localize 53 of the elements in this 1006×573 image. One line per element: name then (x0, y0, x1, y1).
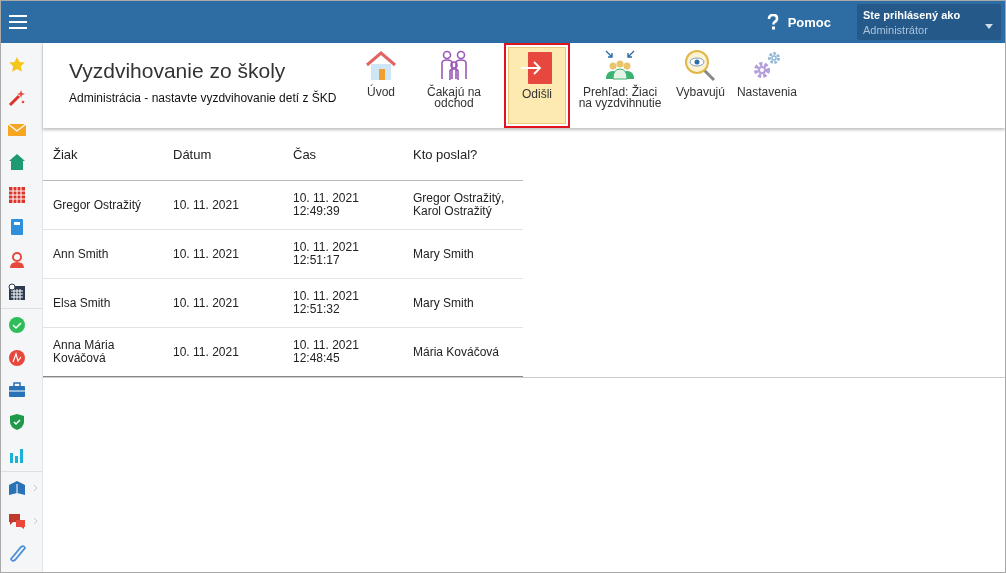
table-cell: 10. 11. 2021 12:49:39 (293, 191, 359, 218)
magnifier-eye-icon (683, 49, 718, 83)
table-cell: Mary Smith (413, 295, 474, 310)
exit-icon (520, 51, 554, 85)
page-title: Vyzdvihovanie zo školy (69, 59, 287, 83)
zigzag-circle-icon[interactable] (8, 348, 26, 367)
column-header: Kto poslal? (403, 128, 523, 181)
toolbar-button[interactable]: Úvod (360, 43, 402, 128)
briefcase-icon[interactable] (8, 381, 26, 400)
toolbar-button[interactable]: Prehľad: Žiaci na vyzdvihnutie (572, 43, 668, 128)
user-dropdown[interactable]: Ste prihlásený ako Administrátor (857, 4, 1001, 40)
menu-icon[interactable] (9, 15, 27, 29)
check-circle-icon[interactable] (8, 316, 26, 335)
column-header: Čas (283, 128, 403, 181)
table-cell: Gregor Ostražitý, Karol Ostražitý (413, 191, 505, 218)
caret-icon (985, 24, 993, 29)
calendar-grid-icon[interactable] (8, 185, 26, 204)
toolbar-button[interactable]: Nastavenia (732, 43, 801, 128)
table-cell: 10. 11. 2021 (173, 197, 239, 212)
calendar-clock-icon[interactable] (8, 282, 26, 301)
table-cell: Mary Smith (413, 246, 474, 261)
table-cell: 10. 11. 2021 12:51:17 (293, 240, 359, 267)
table-cell: Elsa Smith (53, 295, 111, 310)
magic-wand-icon[interactable] (8, 88, 26, 107)
house-icon (364, 49, 398, 83)
table-cell: Ann Smith (53, 246, 109, 261)
chevron-icon (33, 516, 38, 525)
house-icon[interactable] (8, 153, 26, 172)
user-name: Administrátor (863, 23, 928, 36)
table-cell: 10. 11. 2021 (173, 295, 239, 310)
table-cell: Mária Kováčová (413, 344, 500, 359)
toolbar-button[interactable]: Odišli (508, 47, 566, 124)
column-header: Žiak (43, 128, 163, 181)
table-cell: 10. 11. 2021 (173, 246, 239, 261)
help-icon (766, 14, 779, 30)
table-cell: Anna Mária Kováčová (53, 338, 115, 365)
chevron-icon (33, 484, 38, 493)
column-header: Dátum (163, 128, 283, 181)
notebook-icon[interactable] (8, 218, 26, 237)
toolbar-button[interactable]: Čakajú na odchod (406, 43, 502, 128)
table-cell: 10. 11. 2021 (173, 344, 239, 359)
toolbar-button[interactable]: Vybavujú (672, 43, 729, 128)
table-cell: 10. 11. 2021 12:48:45 (293, 338, 359, 365)
open-book-icon[interactable] (8, 479, 26, 498)
table-cell: 10. 11. 2021 12:51:32 (293, 289, 359, 316)
user-label: Ste prihlásený ako (863, 8, 961, 21)
person-icon[interactable] (8, 250, 26, 269)
group-icon (603, 49, 637, 83)
shield-check-icon[interactable] (8, 413, 26, 432)
help-button[interactable]: Pomoc (762, 10, 835, 34)
chat-bubbles-icon[interactable] (8, 511, 26, 530)
table-cell: Gregor Ostražitý (53, 197, 142, 212)
page-subtitle: Administrácia - nastavte vyzdvihovanie detí z ŠKD (69, 91, 338, 105)
